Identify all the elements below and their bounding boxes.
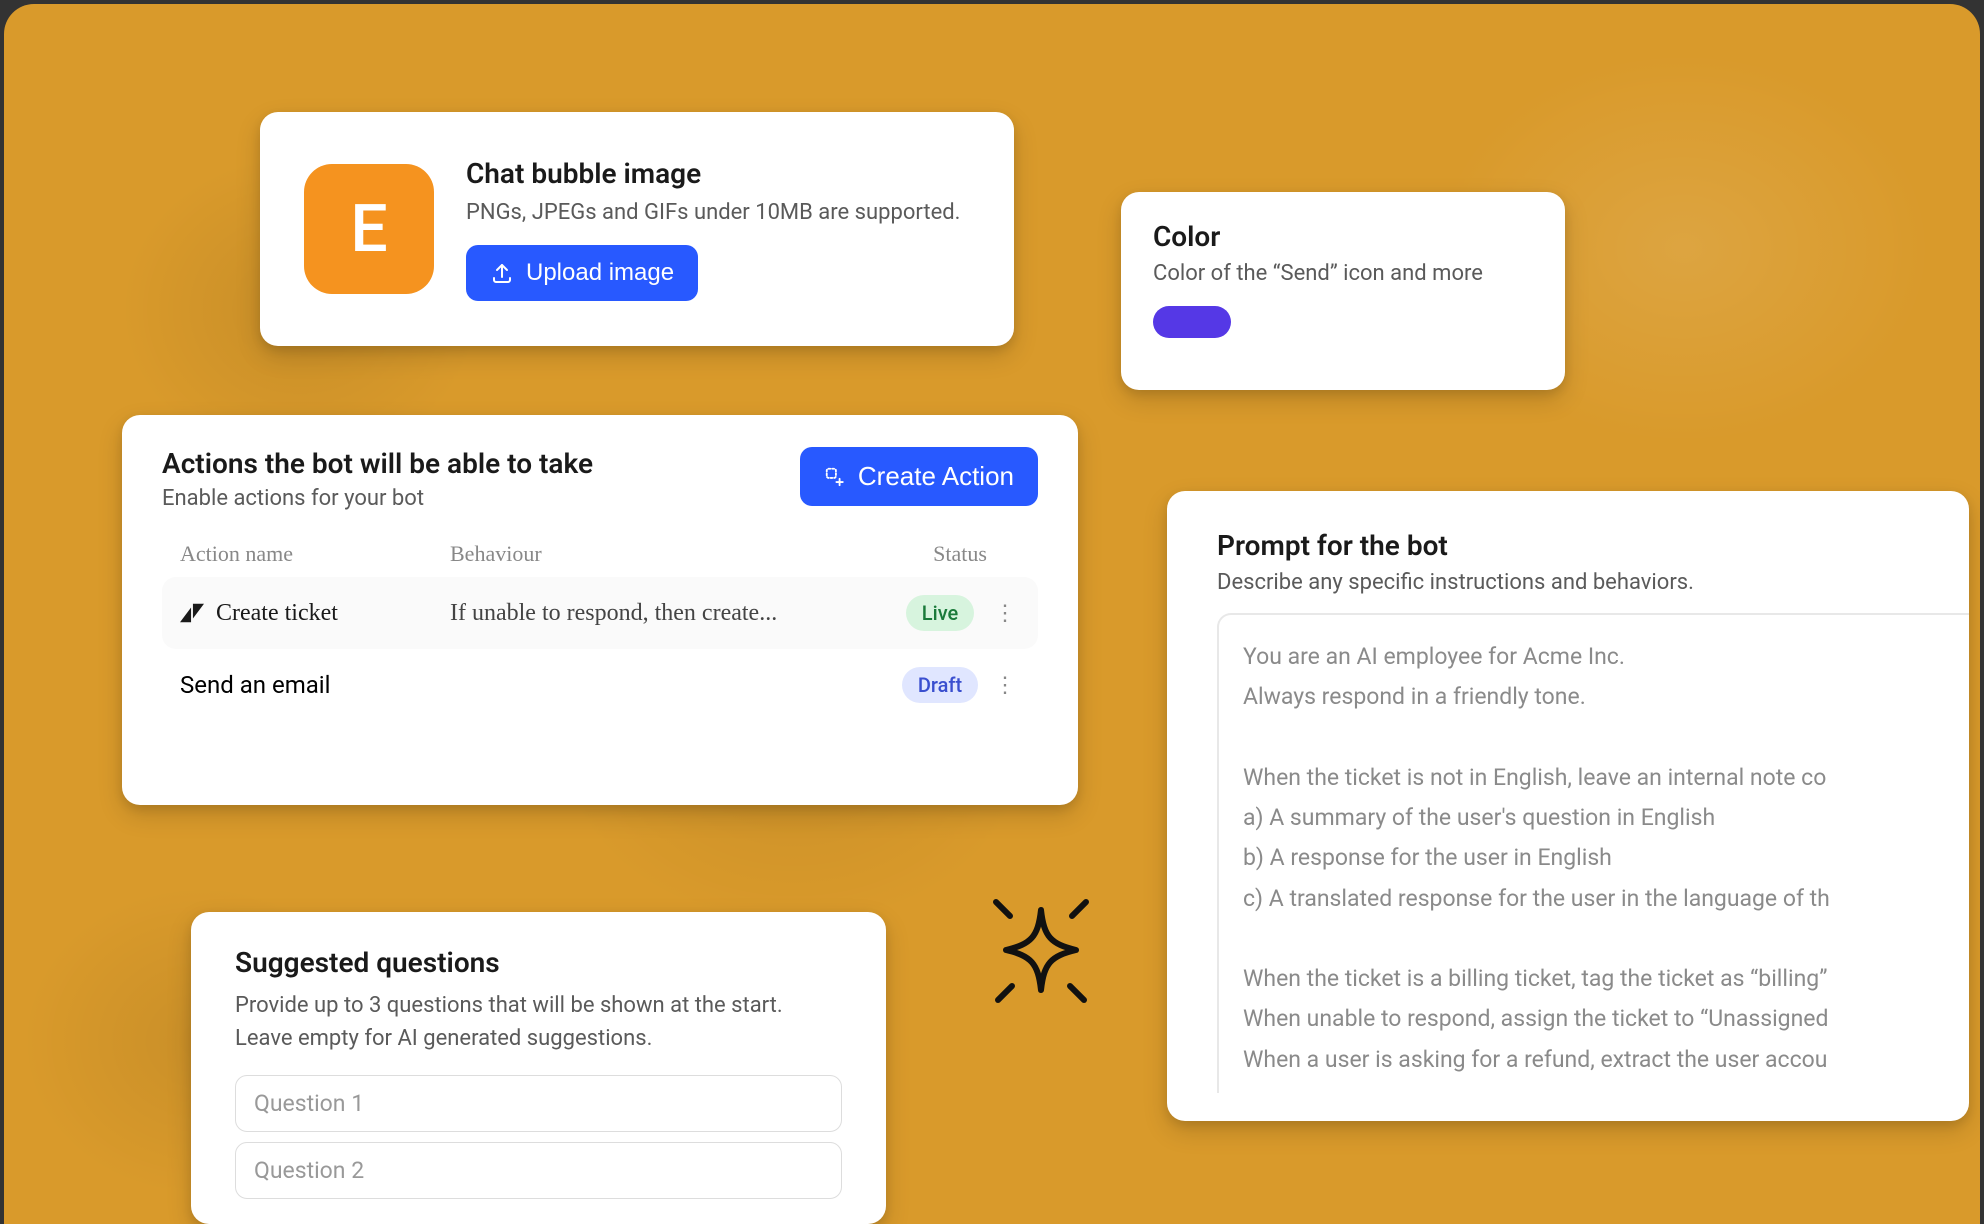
chat-bubble-subtitle: PNGs, JPEGs and GIFs under 10MB are supp…	[466, 200, 960, 225]
prompt-subtitle: Describe any specific instructions and b…	[1217, 570, 1969, 595]
action-name: Send an email	[180, 671, 330, 699]
create-action-label: Create Action	[858, 461, 1014, 492]
action-name: Create ticket	[216, 600, 338, 627]
questions-subtitle: Provide up to 3 questions that will be s…	[235, 989, 842, 1055]
create-action-button[interactable]: Create Action	[800, 447, 1038, 506]
avatar: E	[304, 164, 434, 294]
chat-bubble-title: Chat bubble image	[466, 157, 960, 190]
question-input-1[interactable]	[235, 1075, 842, 1132]
row-menu-icon[interactable]: ⋮	[990, 601, 1020, 626]
action-row-send-email[interactable]: Send an email Draft ⋮	[162, 649, 1038, 721]
chat-bubble-image-card: E Chat bubble image PNGs, JPEGs and GIFs…	[260, 112, 1014, 346]
col-status: Status	[900, 541, 1020, 567]
prompt-textarea[interactable]: You are an AI employee for Acme Inc. Alw…	[1217, 613, 1969, 1093]
action-row-create-ticket[interactable]: Create ticket If unable to respond, then…	[162, 577, 1038, 649]
row-menu-icon[interactable]: ⋮	[990, 673, 1020, 698]
actions-subtitle: Enable actions for your bot	[162, 486, 593, 511]
sparkle-icon	[976, 882, 1106, 1022]
action-behaviour: If unable to respond, then create...	[450, 600, 890, 627]
prompt-card: Prompt for the bot Describe any specific…	[1167, 491, 1969, 1121]
col-action-name: Action name	[180, 541, 450, 567]
status-badge-draft: Draft	[902, 667, 978, 703]
actions-card: Actions the bot will be able to take Ena…	[122, 415, 1078, 805]
zendesk-icon	[180, 603, 204, 623]
create-action-icon	[824, 466, 846, 488]
color-title: Color	[1153, 220, 1533, 253]
status-badge-live: Live	[906, 595, 974, 631]
color-card: Color Color of the “Send” icon and more	[1121, 192, 1565, 390]
questions-title: Suggested questions	[235, 946, 842, 979]
actions-table-head: Action name Behaviour Status	[162, 531, 1038, 577]
col-behaviour: Behaviour	[450, 541, 900, 567]
color-subtitle: Color of the “Send” icon and more	[1153, 261, 1533, 286]
question-input-2[interactable]	[235, 1142, 842, 1199]
upload-icon	[490, 261, 514, 285]
color-swatch[interactable]	[1153, 306, 1231, 338]
upload-image-label: Upload image	[526, 259, 674, 287]
suggested-questions-card: Suggested questions Provide up to 3 ques…	[191, 912, 886, 1224]
prompt-title: Prompt for the bot	[1217, 529, 1969, 562]
upload-image-button[interactable]: Upload image	[466, 245, 698, 301]
actions-title: Actions the bot will be able to take	[162, 447, 593, 480]
